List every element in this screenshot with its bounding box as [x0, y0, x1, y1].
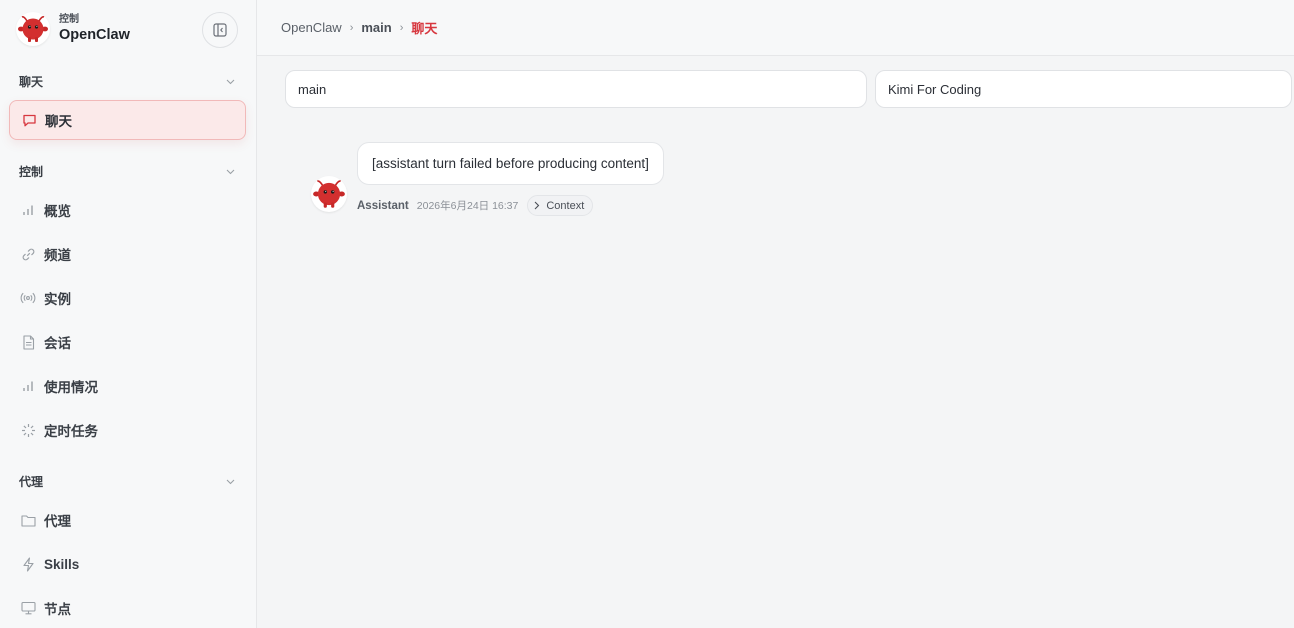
sidebar-item-label: 代理: [44, 514, 71, 529]
breadcrumb-separator-icon: ›: [399, 21, 404, 34]
monitor-icon: [20, 600, 36, 616]
sidebar-item-scheduled-tasks[interactable]: 定时任务: [9, 410, 246, 450]
section-control-header[interactable]: 控制: [19, 163, 235, 180]
sidebar-item-nodes[interactable]: 节点: [9, 588, 246, 628]
chevron-down-icon: [225, 477, 235, 487]
message-text: [assistant turn failed before producing …: [372, 156, 649, 171]
sidebar-toggle-icon: [213, 23, 227, 37]
sidebar-item-agents[interactable]: 代理: [9, 500, 246, 540]
link-icon: [20, 246, 36, 262]
sidebar-item-label: Skills: [44, 556, 80, 572]
breadcrumb-current: 聊天: [411, 21, 438, 36]
section-agents-header[interactable]: 代理: [19, 473, 235, 490]
folder-icon: [20, 512, 36, 528]
message-bubble: [assistant turn failed before producing …: [357, 142, 664, 185]
openclaw-logo-icon: [16, 12, 50, 46]
sidebar-item-label: 使用情况: [44, 380, 98, 395]
sidebar-item-channels[interactable]: 频道: [9, 234, 246, 274]
breadcrumb: OpenClaw › main › 聊天: [281, 18, 437, 37]
section-label: 代理: [19, 475, 44, 489]
broadcast-icon: [20, 290, 36, 306]
sidebar-item-chat[interactable]: 聊天: [9, 100, 246, 140]
top-bar: OpenClaw › main › 聊天: [257, 0, 1294, 56]
model-select-value: Kimi For Coding: [888, 81, 982, 97]
sidebar-item-label: 概览: [44, 204, 71, 219]
chevron-down-icon: [225, 77, 235, 87]
message-author: Assistant: [357, 199, 409, 212]
context-button-label: Context: [546, 199, 585, 212]
message-meta: Assistant 2026年6月24日 16:37 Context: [357, 195, 594, 216]
model-select[interactable]: Kimi For Coding: [875, 70, 1292, 108]
section-chat-header[interactable]: 聊天: [19, 73, 235, 90]
sidebar-item-label: 频道: [44, 248, 71, 263]
breadcrumb-root[interactable]: OpenClaw: [281, 20, 342, 35]
session-select-value: main: [298, 81, 327, 97]
context-button[interactable]: Context: [527, 195, 594, 216]
brand: 控制 OpenClaw: [16, 12, 130, 46]
chevron-down-icon: [225, 167, 235, 177]
breadcrumb-separator-icon: ›: [349, 21, 354, 34]
sidebar-item-skills[interactable]: Skills: [9, 544, 246, 584]
loader-icon: [20, 422, 36, 438]
brand-title: OpenClaw: [59, 27, 130, 43]
sidebar-item-usage[interactable]: 使用情况: [9, 366, 246, 406]
sidebar-item-instances[interactable]: 实例: [9, 278, 246, 318]
document-icon: [20, 334, 36, 350]
sidebar-item-sessions[interactable]: 会话: [9, 322, 246, 362]
section-label: 聊天: [19, 75, 44, 89]
lightning-icon: [20, 556, 36, 572]
sidebar-item-label: 聊天: [45, 114, 72, 129]
assistant-avatar: [311, 176, 347, 212]
bar-chart-icon: [20, 378, 36, 394]
breadcrumb-middle[interactable]: main: [361, 20, 391, 35]
message-icon: [21, 112, 37, 128]
sidebar-item-overview[interactable]: 概览: [9, 190, 246, 230]
sidebar-item-label: 会话: [44, 336, 71, 351]
chevron-right-icon: [534, 201, 540, 210]
sidebar: 控制 OpenClaw 聊天 聊天 控制 概览 频道 实例 会话 使用情况 定时…: [0, 0, 257, 628]
collapse-sidebar-button[interactable]: [202, 12, 238, 48]
brand-subtitle: 控制: [59, 14, 79, 25]
section-label: 控制: [19, 165, 44, 179]
bar-chart-icon: [20, 202, 36, 218]
sidebar-item-label: 节点: [44, 602, 71, 617]
session-select[interactable]: main: [285, 70, 867, 108]
message-timestamp: 2026年6月24日 16:37: [416, 200, 519, 212]
sidebar-item-label: 实例: [44, 292, 71, 307]
sidebar-item-label: 定时任务: [44, 424, 98, 439]
